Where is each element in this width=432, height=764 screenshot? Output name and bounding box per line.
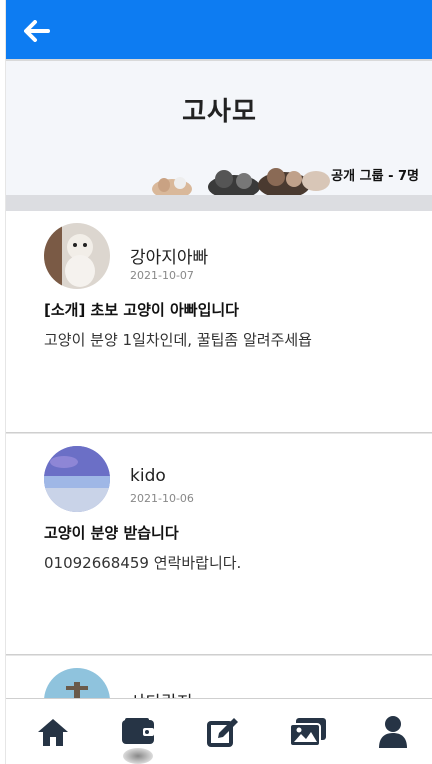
dog-avatar-image <box>44 223 110 289</box>
group-name: 고사모 <box>182 97 257 127</box>
wallet-icon <box>122 717 154 744</box>
nav-profile[interactable] <box>372 711 414 753</box>
nav-gallery[interactable] <box>287 711 329 753</box>
edit-icon <box>207 717 238 747</box>
gallery-icon <box>289 717 326 747</box>
bottom-navigation <box>6 698 432 764</box>
app-frame: 고사모 공개 그룹 - 7명 강아지아빠 2021-10-07 [소개] 초보 … <box>5 0 432 764</box>
back-button[interactable] <box>22 16 52 46</box>
post-title[interactable]: [소개] 초보 고양이 아빠입니다 <box>44 299 239 320</box>
post-card[interactable]: kido 2021-10-06 고양이 분양 받습니다 01092668459 … <box>6 433 432 655</box>
beach-avatar-image <box>44 446 110 512</box>
post-date: 2021-10-07 <box>130 269 194 282</box>
post-body: 고양이 분양 1일차인데, 꿀팁좀 알려주세욥 <box>44 331 312 349</box>
top-app-bar <box>6 0 432 61</box>
arrow-left-icon <box>24 20 50 42</box>
cats-banner-image <box>152 168 330 195</box>
post-date: 2021-10-06 <box>130 492 194 505</box>
post-feed: 강아지아빠 2021-10-07 [소개] 초보 고양이 아빠입니다 고양이 분… <box>6 211 432 734</box>
scroll-indicator <box>123 748 153 764</box>
nav-write[interactable] <box>202 711 244 753</box>
nav-wallet[interactable] <box>117 711 159 753</box>
profile-icon <box>379 715 407 748</box>
avatar[interactable] <box>44 223 110 289</box>
post-author[interactable]: kido <box>130 466 166 486</box>
home-icon <box>38 718 68 746</box>
group-meta: 공개 그룹 - 7명 <box>331 169 419 184</box>
post-card[interactable]: 강아지아빠 2021-10-07 [소개] 초보 고양이 아빠입니다 고양이 분… <box>6 211 432 433</box>
post-author[interactable]: 강아지아빠 <box>130 243 208 268</box>
section-divider <box>6 195 432 211</box>
nav-home[interactable] <box>32 711 74 753</box>
avatar[interactable] <box>44 446 110 512</box>
post-body: 01092668459 연락바랍니다. <box>44 554 242 572</box>
group-hero: 고사모 공개 그룹 - 7명 <box>6 61 432 195</box>
post-title[interactable]: 고양이 분양 받습니다 <box>44 522 179 543</box>
